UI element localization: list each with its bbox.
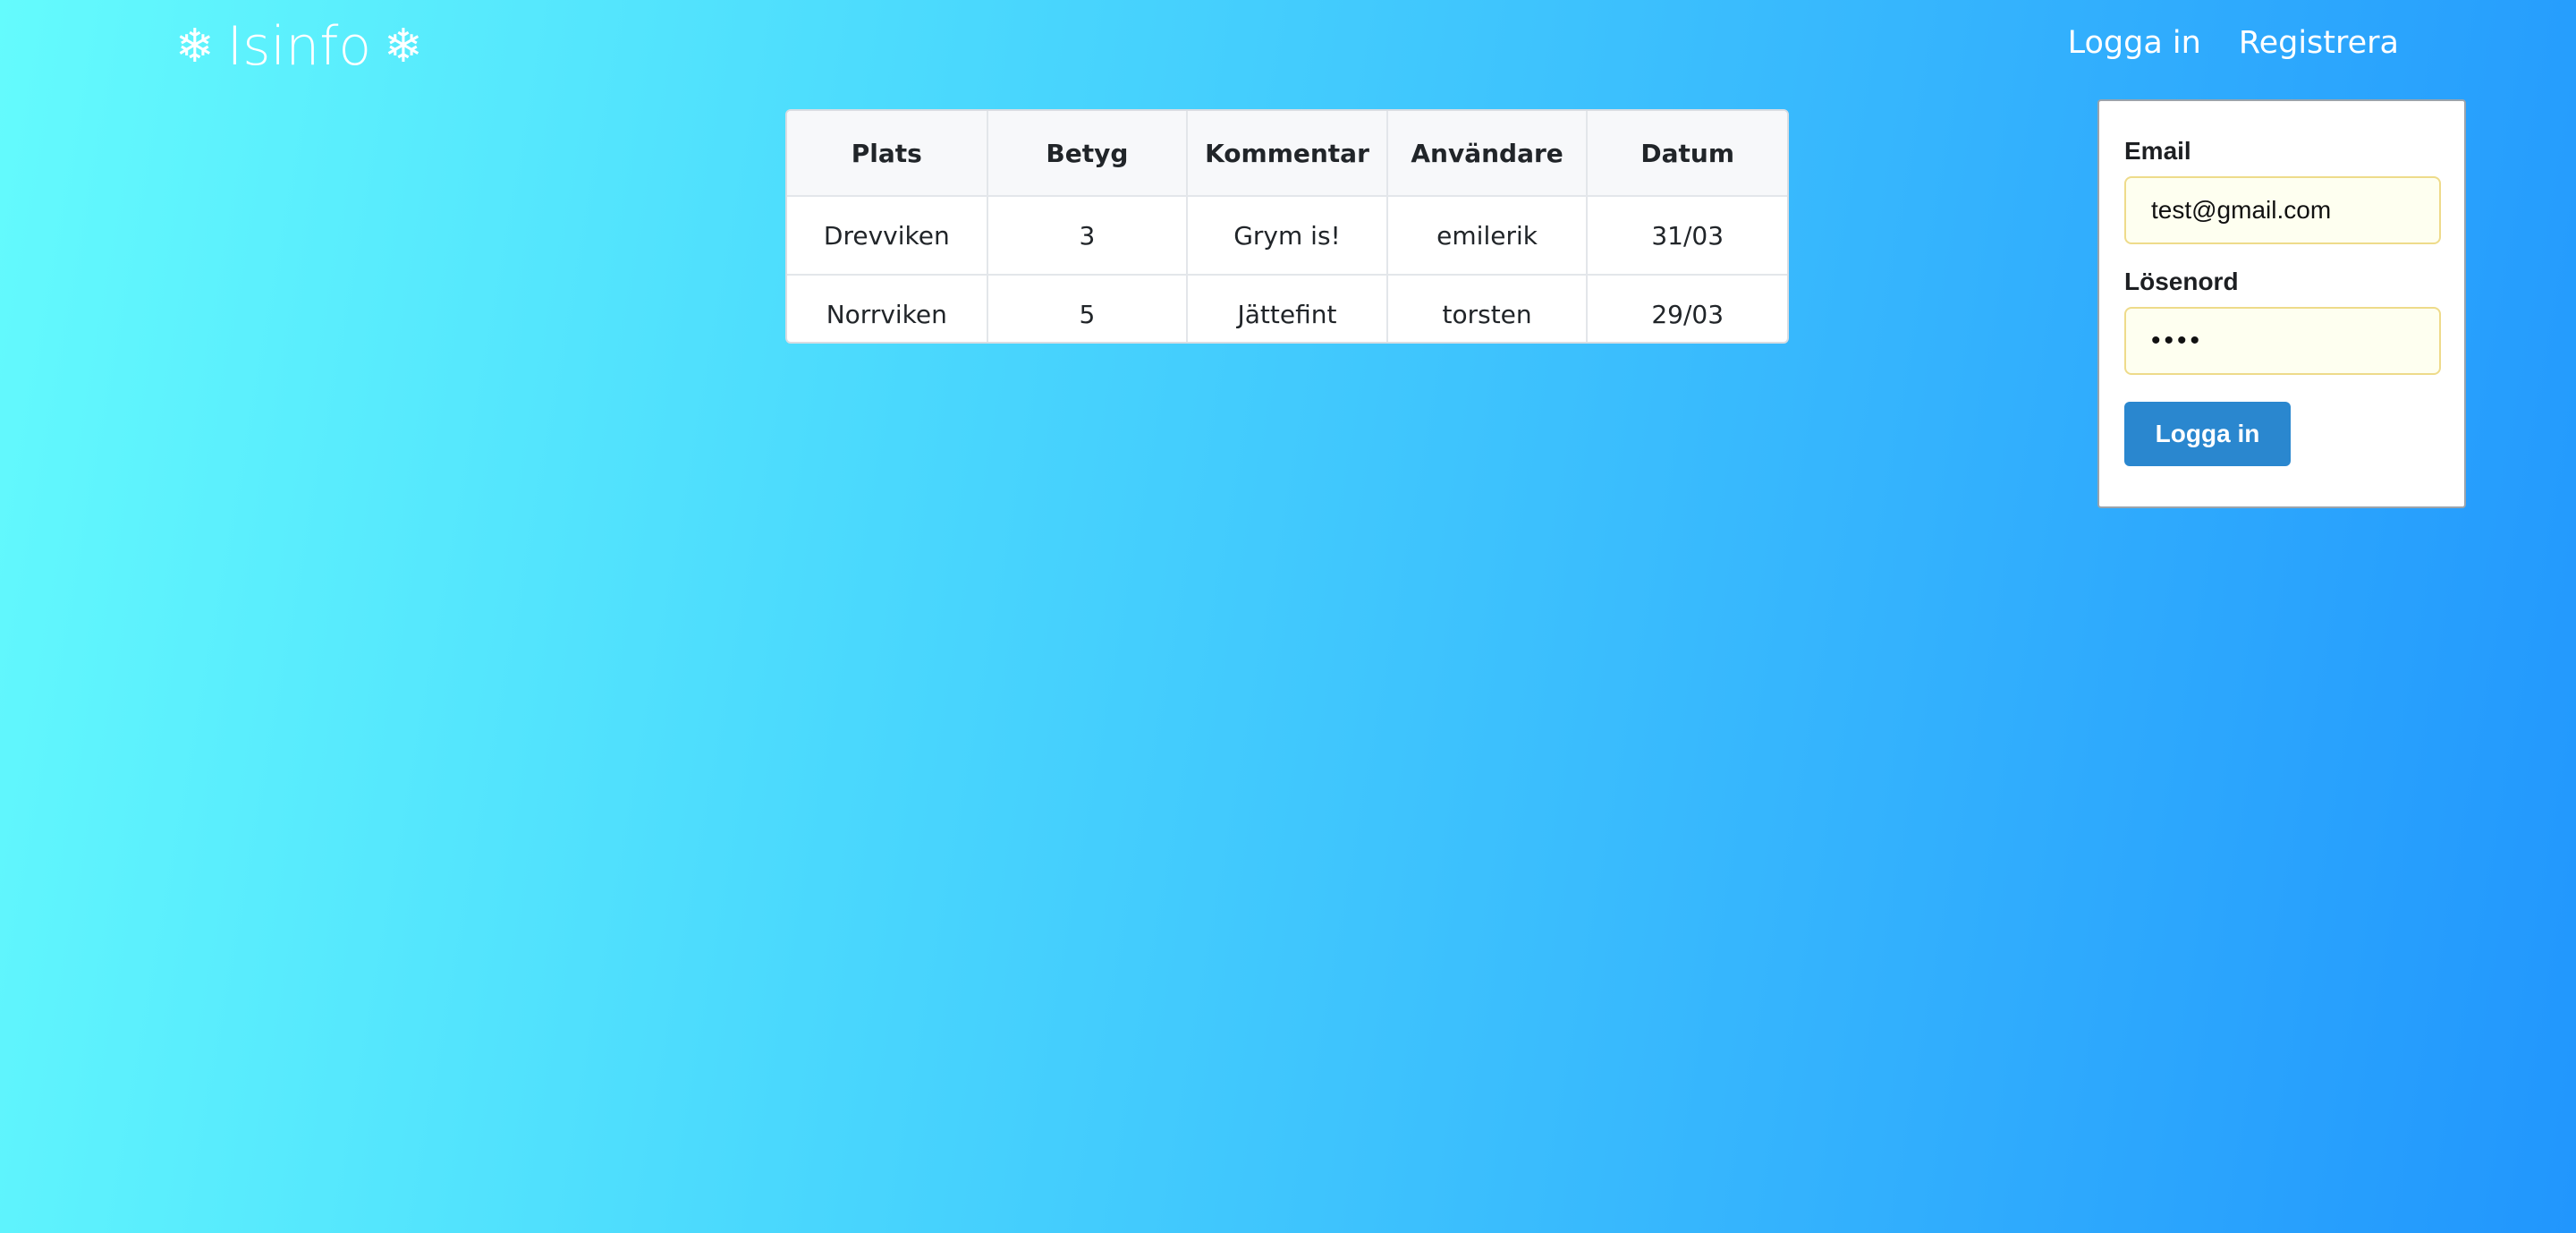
password-field[interactable] [2124,307,2441,375]
login-form: Email Lösenord Logga in [2097,99,2466,508]
column-header-plats: Plats [787,111,988,197]
ice-reports-table-card: Plats Betyg Kommentar Användare Datum Dr… [785,109,1789,344]
cell-kommentar: Jättefint [1187,275,1388,342]
top-navigation: Logga in Registrera [2030,18,2399,68]
column-header-anvandare: Användare [1386,111,1589,197]
cell-plats: Drevviken [787,196,988,276]
cell-anvandare: torsten [1386,275,1589,342]
column-header-betyg: Betyg [987,111,1189,197]
ice-reports-table: Plats Betyg Kommentar Användare Datum Dr… [787,111,1787,342]
cell-betyg: 3 [987,196,1189,276]
cell-datum: 31/03 [1587,196,1787,276]
login-submit-button[interactable]: Logga in [2124,402,2291,466]
password-label: Lösenord [2124,268,2239,295]
email-field[interactable] [2124,176,2441,244]
cell-anvandare: emilerik [1386,196,1589,276]
column-header-datum: Datum [1587,111,1787,197]
cell-kommentar: Grym is! [1187,196,1388,276]
snowflake-icon: ❄ [384,20,423,73]
brand-title: Isinfo [226,15,372,78]
password-group: Lösenord [2124,268,2441,375]
table-header-row: Plats Betyg Kommentar Användare Datum [787,111,1787,197]
email-group: Email [2124,137,2441,244]
brand-logo[interactable]: ❄ Isinfo ❄ [175,13,423,81]
nav-login-link[interactable]: Logga in [2068,18,2201,68]
column-header-kommentar: Kommentar [1187,111,1388,197]
cell-datum: 29/03 [1651,299,1724,329]
email-label: Email [2124,137,2191,165]
cell-betyg: 5 [987,275,1189,342]
snowflake-icon: ❄ [175,20,215,73]
table-row: Norrviken 5 Jättefint torsten 29/03 [787,275,1787,342]
table-row: Drevviken 3 Grym is! emilerik 31/03 [787,196,1787,276]
nav-register-link[interactable]: Registrera [2239,18,2399,68]
cell-plats: Norrviken [787,275,988,342]
